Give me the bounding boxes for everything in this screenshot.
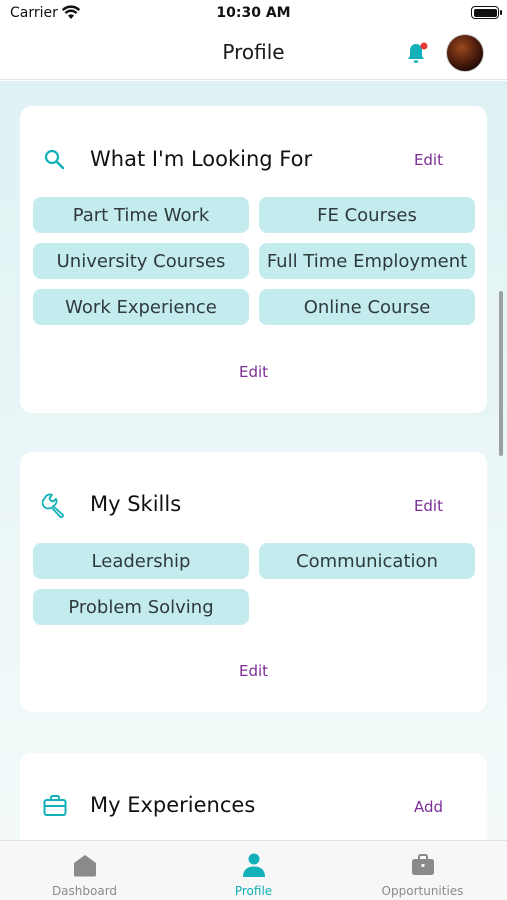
- search-icon: [44, 149, 65, 170]
- chip[interactable]: Full Time Employment: [259, 243, 475, 279]
- experiences-title: My Experiences: [90, 793, 256, 817]
- page-title: Profile: [222, 40, 285, 64]
- nav-bar: Profile: [0, 28, 507, 80]
- skills-bottom-edit-button[interactable]: Edit: [20, 662, 487, 680]
- chip[interactable]: University Courses: [33, 243, 249, 279]
- home-icon: [74, 855, 96, 877]
- person-icon: [243, 853, 265, 877]
- looking-for-bottom-edit-button[interactable]: Edit: [20, 363, 487, 381]
- chip[interactable]: Work Experience: [33, 289, 249, 325]
- notification-dot: [420, 42, 428, 50]
- chip[interactable]: Leadership: [33, 543, 249, 579]
- tab-profile[interactable]: Profile: [169, 841, 338, 900]
- skills-card: My Skills Edit Leadership Communication …: [20, 452, 487, 712]
- chip[interactable]: Online Course: [259, 289, 475, 325]
- wrench-icon: [42, 493, 64, 518]
- skills-title: My Skills: [90, 492, 182, 516]
- clock: 10:30 AM: [216, 5, 291, 21]
- looking-for-edit-button[interactable]: Edit: [414, 151, 443, 169]
- experiences-card: My Experiences Add: [20, 753, 487, 840]
- chip[interactable]: Problem Solving: [33, 589, 249, 625]
- tab-label: Dashboard: [51, 884, 118, 898]
- notification-bell-icon[interactable]: [404, 40, 430, 66]
- tab-label: Opportunities: [381, 884, 464, 898]
- looking-for-card: What I'm Looking For Edit Part Time Work…: [20, 106, 487, 413]
- tab-opportunities[interactable]: Opportunities: [338, 841, 507, 900]
- briefcase-icon: [43, 795, 67, 816]
- tab-dashboard[interactable]: Dashboard: [0, 841, 169, 900]
- chip[interactable]: Communication: [259, 543, 475, 579]
- profile-content[interactable]: What I'm Looking For Edit Part Time Work…: [0, 81, 507, 840]
- experiences-add-button[interactable]: Add: [414, 798, 443, 816]
- avatar[interactable]: [446, 34, 484, 72]
- chip[interactable]: Part Time Work: [33, 197, 249, 233]
- looking-for-title: What I'm Looking For: [90, 147, 313, 171]
- briefcase-icon: [412, 854, 434, 875]
- status-bar: Carrier 10:30 AM: [0, 0, 507, 28]
- chip[interactable]: FE Courses: [259, 197, 475, 233]
- tab-bar: Dashboard Profile Opportunities: [0, 840, 507, 900]
- tab-label: Profile: [234, 884, 273, 898]
- skills-edit-button[interactable]: Edit: [414, 497, 443, 515]
- scrollbar[interactable]: [499, 291, 503, 456]
- battery-icon: [471, 6, 502, 19]
